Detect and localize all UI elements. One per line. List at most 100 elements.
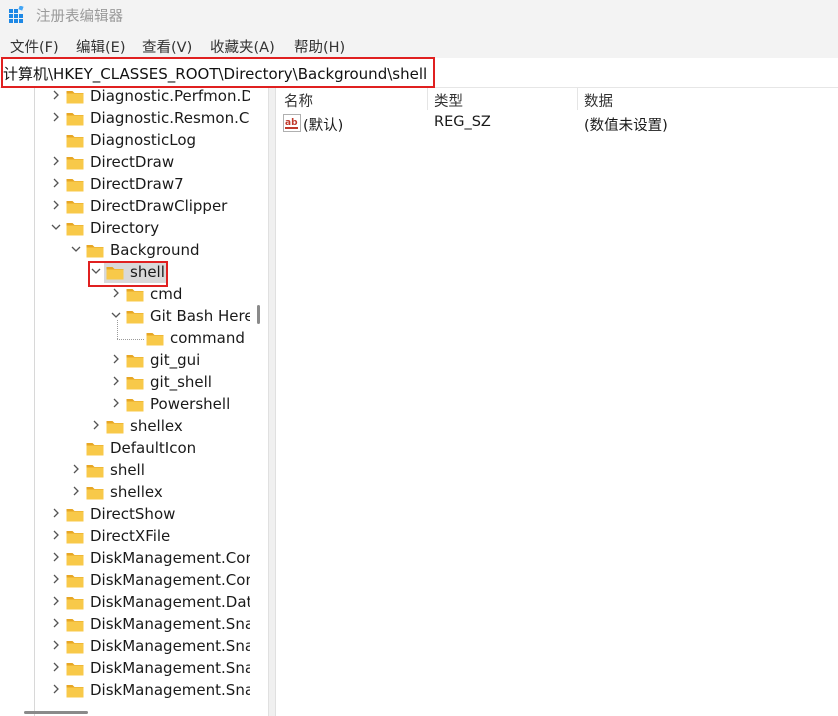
menu-bar: 文件(F) 编辑(E) 查看(V) 收藏夹(A) 帮助(H) [0,32,838,58]
chevron-right-icon[interactable] [50,111,64,125]
tree-node[interactable]: DiskManagement.Sna [50,636,250,658]
chevron-right-icon[interactable] [50,89,64,103]
chevron-right-icon[interactable] [110,287,124,301]
folder-icon [86,441,104,456]
tree-node[interactable]: command [130,328,250,350]
chevron-right-icon[interactable] [110,397,124,411]
menu-file[interactable]: 文件(F) [10,36,59,57]
folder-icon [66,133,84,148]
tree-node[interactable]: git_shell [110,372,250,394]
chevron-right-icon[interactable] [110,353,124,367]
tree-node[interactable]: Diagnostic.Perfmon.D [50,88,250,108]
tree-node-label: DiskManagement.Con [90,549,250,567]
chevron-down-icon[interactable] [90,265,104,279]
menu-edit[interactable]: 编辑(E) [76,36,125,57]
tree-node[interactable]: git_gui [110,350,250,372]
chevron-right-icon[interactable] [110,375,124,389]
folder-icon [66,617,84,632]
value-type: REG_SZ [434,114,491,130]
tree-connector-line [117,339,144,340]
tree-node-label: DirectDrawClipper [90,197,228,215]
registry-tree[interactable]: Diagnostic.Perfmon.D Diagnostic.Resmon.Co… [0,88,250,716]
chevron-right-icon[interactable] [70,485,84,499]
tree-node[interactable]: shellex [70,482,250,504]
tree-node[interactable]: Directory [50,218,250,240]
tree-node-label: DiskManagement.Con [90,571,250,589]
tree-node[interactable]: DirectDrawClipper [50,196,250,218]
tree-node[interactable]: DirectXFile [50,526,250,548]
tree-node[interactable]: shellex [90,416,250,438]
folder-icon [126,397,144,412]
folder-icon [86,463,104,478]
tree-node-label: DefaultIcon [110,439,197,457]
menu-view[interactable]: 查看(V) [142,36,192,57]
tree-node[interactable]: DiskManagement.Sna [50,658,250,680]
tree-node-label: DiskManagement.Sna [90,659,250,677]
tree-node-label: shell [130,263,165,281]
value-name: (默认) [303,118,344,134]
tree-scroll-thumb[interactable] [257,305,260,324]
tree-node[interactable]: DiskManagement.Sna [50,680,250,702]
chevron-right-icon[interactable] [50,177,64,191]
tree-node[interactable]: Powershell [110,394,250,416]
values-list[interactable]: 名称 类型 数据 ab (默认) REG_SZ (数值未设置) [276,88,838,716]
value-row[interactable]: ab (默认) REG_SZ (数值未设置) [276,112,838,134]
tree-node[interactable]: DiskManagement.Con [50,570,250,592]
tree-node[interactable]: shell [70,460,250,482]
menu-favorites[interactable]: 收藏夹(A) [210,36,275,57]
column-separator[interactable] [577,88,578,110]
chevron-right-icon[interactable] [50,639,64,653]
chevron-down-icon[interactable] [50,221,64,235]
tree-node-label: git_shell [150,373,212,391]
tree-node-label: shellex [130,417,183,435]
address-bar[interactable]: 计算机\HKEY_CLASSES_ROOT\Directory\Backgrou… [0,58,838,88]
folder-icon [66,529,84,544]
pane-splitter[interactable] [268,88,276,716]
tree-node[interactable]: shell [90,262,250,284]
chevron-right-icon[interactable] [50,683,64,697]
chevron-right-icon[interactable] [50,595,64,609]
chevron-right-icon[interactable] [50,573,64,587]
tree-vertical-scrollbar[interactable] [250,88,268,704]
column-header-data[interactable]: 数据 [584,90,613,111]
tree-node[interactable]: DirectDraw7 [50,174,250,196]
tree-node[interactable]: DirectDraw [50,152,250,174]
folder-icon [126,375,144,390]
tree-node-label: shellex [110,483,163,501]
tree-node-label: DiagnosticLog [90,131,197,149]
tree-connector-line [117,320,118,339]
tree-node-label: DiskManagement.Dat [90,593,250,611]
chevron-right-icon[interactable] [50,661,64,675]
tree-node[interactable]: DefaultIcon [70,438,250,460]
tree-node-label: cmd [150,285,183,303]
chevron-right-icon[interactable] [90,419,104,433]
chevron-down-icon[interactable] [70,243,84,257]
chevron-right-icon[interactable] [50,507,64,521]
folder-icon [66,507,84,522]
column-header-name[interactable]: 名称 [284,90,313,111]
tree-node-label: DirectShow [90,505,176,523]
chevron-right-icon[interactable] [50,155,64,169]
column-separator[interactable] [427,88,428,110]
tree-node[interactable]: Git Bash Here [110,306,250,328]
value-data: (数值未设置) [584,118,668,134]
tree-node[interactable]: Background [70,240,250,262]
menu-help[interactable]: 帮助(H) [294,36,345,57]
tree-horizontal-scroll-thumb[interactable] [24,711,88,714]
tree-node[interactable]: DiskManagement.Sna [50,614,250,636]
chevron-right-icon[interactable] [50,529,64,543]
string-value-icon: ab [283,114,301,132]
tree-node[interactable]: DiskManagement.Dat [50,592,250,614]
column-header-type[interactable]: 类型 [434,90,463,111]
tree-node[interactable]: DiagnosticLog [50,130,250,152]
chevron-right-icon[interactable] [50,199,64,213]
chevron-right-icon[interactable] [50,617,64,631]
tree-node[interactable]: DirectShow [50,504,250,526]
chevron-right-icon[interactable] [70,463,84,477]
chevron-right-icon[interactable] [50,551,64,565]
address-path[interactable]: 计算机\HKEY_CLASSES_ROOT\Directory\Backgrou… [3,63,427,84]
tree-node[interactable]: DiskManagement.Con [50,548,250,570]
folder-icon [66,89,84,104]
tree-node[interactable]: Diagnostic.Resmon.Co [50,108,250,130]
tree-node[interactable]: cmd [110,284,250,306]
